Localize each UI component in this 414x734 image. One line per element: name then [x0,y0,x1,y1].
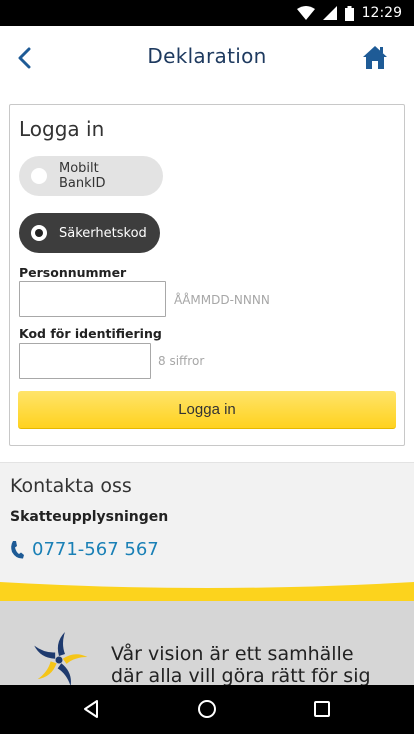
page-title: Deklaration [147,44,267,68]
method-label: Mobilt BankID [59,161,106,191]
nav-recents-button[interactable] [310,697,334,721]
phone-number: 0771-567 567 [32,539,159,560]
login-heading: Logga in [19,117,105,141]
method-label: Säkerhetskod [59,225,147,241]
vision-line-2: där alla vill göra rätt för sig [111,665,371,685]
nav-back-button[interactable] [79,697,103,721]
contact-subheading: Skatteupplysningen [10,509,169,525]
personnummer-input[interactable] [19,281,166,317]
nav-home-button[interactable] [195,697,219,721]
status-bar: 12:29 [0,0,414,26]
vision-line-1: Vår vision är ett samhälle [111,643,354,665]
personnummer-hint: ÅÅMMDD-NNNN [174,293,270,307]
login-card: Logga in Mobilt BankID Säkerhetskod Pers… [9,104,405,446]
app-header: Deklaration [0,26,414,90]
kod-label: Kod för identifiering [19,326,162,341]
skatteverket-logo [34,632,88,685]
kod-hint: 8 siffror [158,354,205,368]
home-circle-icon [198,700,216,718]
phone-icon [11,540,24,559]
radio-unselected-icon [31,168,47,184]
app-screen: 12:29 Deklaration Logga in Mobilt BankID… [0,0,414,734]
vision-statement: Vår vision är ett samhälle där alla vill… [111,643,371,685]
radio-selected-icon [31,225,47,241]
home-icon [363,46,387,69]
method-mobilt-bankid[interactable]: Mobilt BankID [19,156,163,196]
vision-banner: Vår vision är ett samhälle där alla vill… [0,601,414,685]
method-sakerhetskod[interactable]: Säkerhetskod [19,213,160,253]
back-triangle-icon [84,700,98,718]
status-time: 12:29 [361,5,402,21]
personnummer-label: Personnummer [19,265,127,280]
home-button[interactable] [362,44,390,72]
recents-square-icon [314,701,330,717]
kod-input[interactable] [19,343,151,379]
system-nav-bar [0,685,414,734]
battery-icon [344,5,354,21]
contact-heading: Kontakta oss [10,475,132,497]
phone-link[interactable]: 0771-567 567 [10,539,159,560]
wifi-icon [296,6,315,20]
signal-icon [322,6,337,20]
login-button[interactable]: Logga in [18,391,396,429]
